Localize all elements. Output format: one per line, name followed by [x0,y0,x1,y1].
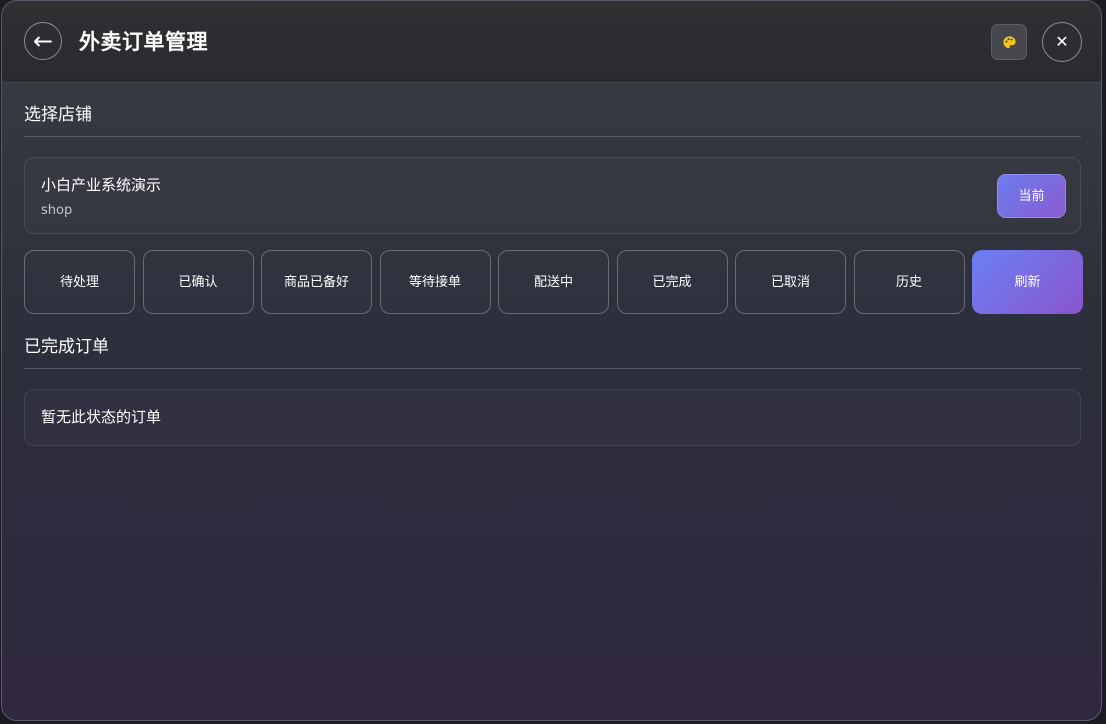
shop-name: 小白产业系统演示 [41,176,162,194]
tab-completed[interactable]: 已完成 [616,250,728,314]
refresh-button[interactable]: 刷新 [972,250,1083,314]
tab-pending[interactable]: 待处理 [24,250,135,314]
tab-delivering[interactable]: 配送中 [498,250,609,314]
shop-section-title: 选择店铺 [24,105,92,125]
tab-waiting-accept[interactable]: 等待接单 [379,250,491,314]
close-icon: ✕ [1055,32,1069,51]
order-management-window: ← 外卖订单管理 ✕ 选择店铺 小白产业系统演示 shop 当前 待处理 已确认… [1,0,1102,721]
tab-goods-ready[interactable]: 商品已备好 [261,250,372,314]
current-shop-button[interactable]: 当前 [997,174,1066,218]
arrow-left-icon: ← [32,27,54,55]
tab-confirmed[interactable]: 已确认 [142,250,254,314]
palette-icon [1003,36,1016,49]
theme-button[interactable] [991,24,1027,60]
shop-subtitle: shop [41,203,73,218]
shop-card[interactable]: 小白产业系统演示 shop 当前 [24,157,1081,234]
tab-history[interactable]: 历史 [853,250,965,314]
empty-orders-message: 暂无此状态的订单 [41,408,162,426]
tab-cancelled[interactable]: 已取消 [735,250,846,314]
orders-section-title: 已完成订单 [24,337,109,357]
page-title: 外卖订单管理 [79,30,208,54]
back-button[interactable]: ← [24,22,62,60]
close-button[interactable]: ✕ [1042,22,1082,62]
header-bar: ← 外卖订单管理 ✕ [2,1,1101,83]
shop-section-divider [24,136,1081,137]
empty-orders-card: 暂无此状态的订单 [24,389,1081,446]
orders-section-divider [24,368,1081,369]
order-status-tabs: 待处理 已确认 商品已备好 等待接单 配送中 已完成 已取消 历史 刷新 [24,250,1083,314]
